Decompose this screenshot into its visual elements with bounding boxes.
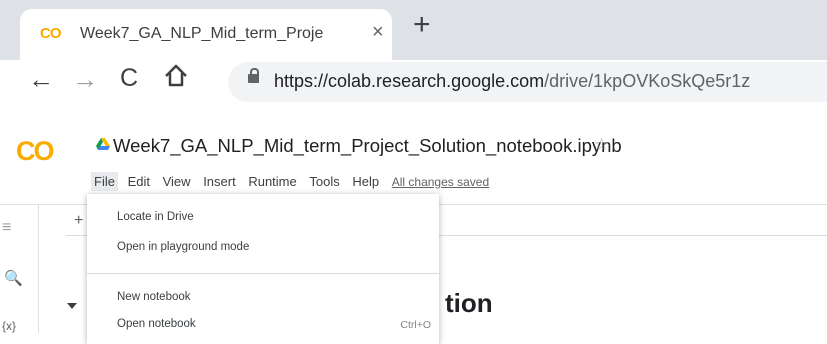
menu-bar: File Edit View Insert Runtime Tools Help… [91,172,498,191]
menu-edit[interactable]: Edit [128,174,150,189]
collapse-section-icon[interactable] [67,303,77,309]
save-status-link[interactable]: All changes saved [392,175,489,189]
new-tab-button[interactable]: + [413,10,431,40]
tab-strip: CO Week7_GA_NLP_Mid_term_Proje × + [0,0,827,60]
menu-item-new-notebook[interactable]: New notebook [117,291,191,303]
menu-runtime[interactable]: Runtime [248,174,296,189]
variables-icon[interactable]: {x} [2,319,16,333]
section-heading: tion [445,288,493,318]
back-button[interactable]: ← [28,66,54,92]
menu-item-locate-in-drive[interactable]: Locate in Drive [117,211,194,223]
colab-logo[interactable]: CO [16,136,54,167]
google-drive-icon [96,138,110,150]
url-text[interactable]: https://colab.research.google.com/drive/… [274,71,750,92]
notebook-title[interactable]: Week7_GA_NLP_Mid_term_Project_Solution_n… [113,135,622,157]
lock-icon [248,68,259,83]
add-code-button[interactable]: + [74,212,83,230]
tab-title-fade [320,21,360,47]
star-icon[interactable]: ☆ [594,135,609,155]
menu-item-open-playground[interactable]: Open in playground mode [117,241,249,253]
search-icon[interactable]: 🔍 [4,269,23,287]
menu-insert[interactable]: Insert [203,174,236,189]
menu-view[interactable]: View [163,174,191,189]
menu-item-open-notebook[interactable]: Open notebook [117,318,196,330]
menu-file[interactable]: File [91,172,118,191]
url-path: /drive/1kpOVKoSkQe5r1z [544,71,751,91]
file-menu-dropdown: Locate in Drive Open in playground mode … [87,194,439,344]
sidebar-divider [38,204,39,333]
close-tab-icon[interactable]: × [372,21,384,44]
url-host: https://colab.research.google.com [274,71,545,91]
home-icon [165,64,187,87]
browser-toolbar: ← → C https://colab.research.google.com/… [0,60,827,118]
address-bar[interactable]: https://colab.research.google.com/drive/… [228,62,827,102]
table-of-contents-icon[interactable]: ≡ [2,219,11,237]
forward-button[interactable]: → [72,66,98,92]
menu-help[interactable]: Help [352,174,379,189]
home-button[interactable] [163,63,189,93]
reload-button[interactable]: C [120,66,138,91]
menu-separator [87,273,439,274]
menu-tools[interactable]: Tools [309,174,339,189]
tab-title: Week7_GA_NLP_Mid_term_Proje [80,25,324,42]
colab-favicon-icon: CO [40,25,61,42]
open-notebook-shortcut: Ctrl+O [400,319,431,331]
browser-tab[interactable]: CO Week7_GA_NLP_Mid_term_Proje × [20,9,392,60]
